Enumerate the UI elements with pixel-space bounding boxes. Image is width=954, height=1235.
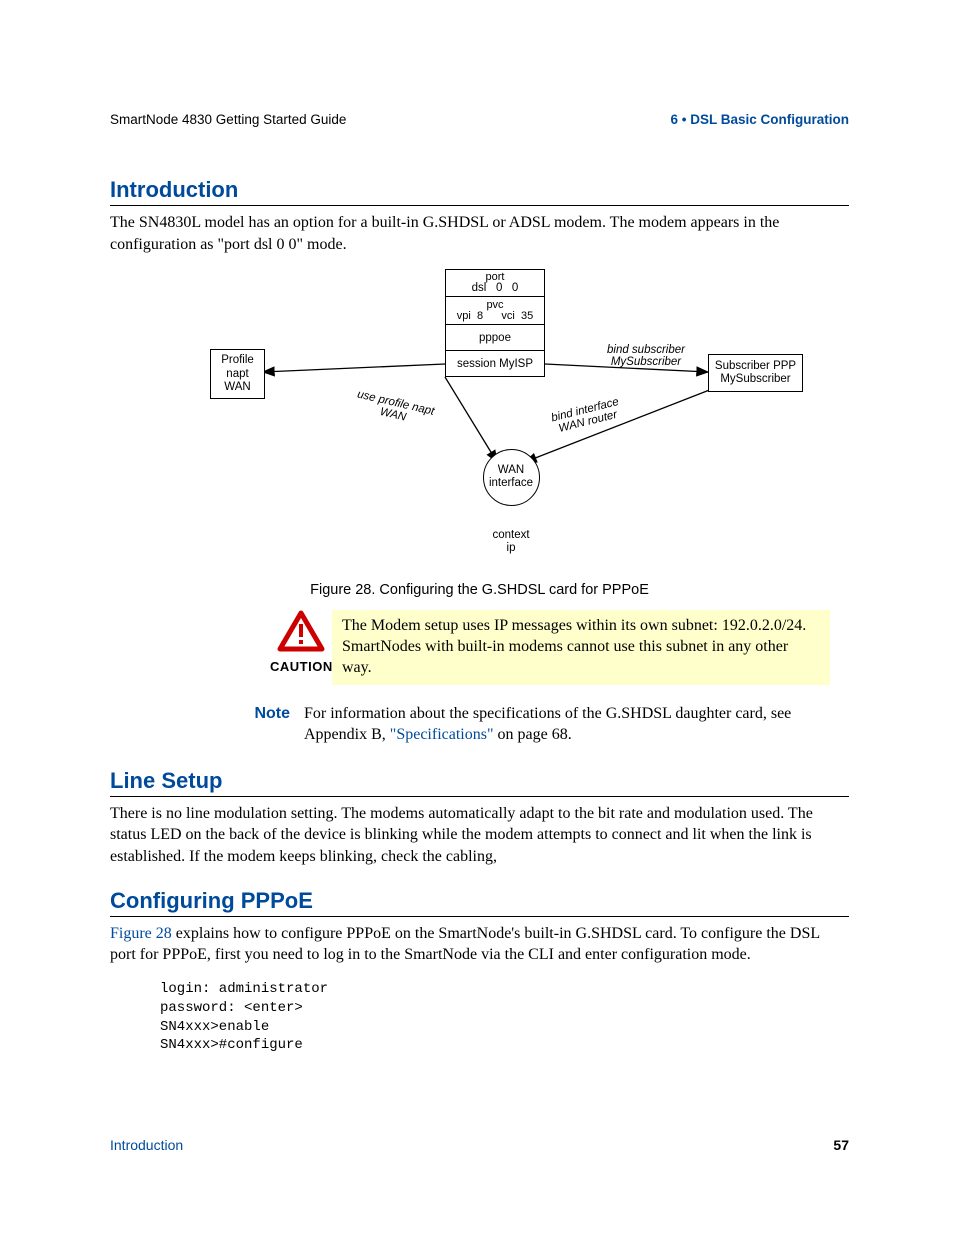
caution-icon-wrap: CAUTION [270, 610, 332, 674]
figure-caption: Figure 28. Configuring the G.SHDSL card … [110, 582, 849, 598]
profile-box: Profile napt WAN [210, 349, 265, 399]
note-label: Note [230, 703, 304, 746]
header-right: 6 • DSL Basic Configuration [671, 112, 850, 127]
pppoe-body-text: explains how to configure PPPoE on the S… [110, 925, 820, 964]
context-ip-label: context ip [490, 529, 532, 554]
line-setup-paragraph: There is no line modulation setting. The… [110, 803, 849, 868]
xref-figure-28[interactable]: Figure 28 [110, 925, 172, 942]
wan-interface-label: WAN interface [488, 464, 534, 489]
note-body: For information about the specifications… [304, 703, 849, 746]
heading-configuring-pppoe: Configuring PPPoE [110, 888, 849, 917]
stack-pvc: pvc vpi 8 vci 35 [445, 297, 545, 325]
header-left: SmartNode 4830 Getting Started Guide [110, 112, 346, 127]
intro-paragraph: The SN4830L model has an option for a bu… [110, 212, 849, 255]
note-link-specifications[interactable]: "Specifications" [390, 726, 494, 743]
label-bind-subscriber: bind subscriber MySubscriber [607, 344, 685, 368]
caution-block: CAUTION The Modem setup uses IP messages… [270, 610, 830, 684]
stack-pppoe: pppoe [445, 325, 545, 351]
footer-right: 57 [833, 1137, 849, 1153]
note-block: Note For information about the specifica… [230, 703, 849, 746]
page: SmartNode 4830 Getting Started Guide 6 •… [0, 0, 954, 1235]
config-stack: port dsl 0 0 pvc vpi 8 vci 35 pppoe sess… [445, 269, 545, 377]
stack-session: session MyISP [445, 351, 545, 377]
running-header: SmartNode 4830 Getting Started Guide 6 •… [110, 112, 849, 127]
heading-introduction: Introduction [110, 177, 849, 206]
caution-label: CAUTION [270, 659, 332, 674]
stack-port: port dsl 0 0 [445, 269, 545, 297]
caution-text: The Modem setup uses IP messages within … [332, 610, 830, 684]
figure-28: port dsl 0 0 pvc vpi 8 vci 35 pppoe sess… [110, 269, 850, 574]
subscriber-box: Subscriber PPP MySubscriber [708, 354, 803, 392]
footer: Introduction 57 [110, 1137, 849, 1153]
footer-left: Introduction [110, 1137, 183, 1153]
warning-triangle-icon [277, 610, 325, 652]
note-text-post: on page 68. [493, 726, 571, 743]
code-block: login: administrator password: <enter> S… [160, 980, 849, 1056]
pppoe-paragraph: Figure 28 explains how to configure PPPo… [110, 923, 849, 966]
heading-line-setup: Line Setup [110, 768, 849, 797]
